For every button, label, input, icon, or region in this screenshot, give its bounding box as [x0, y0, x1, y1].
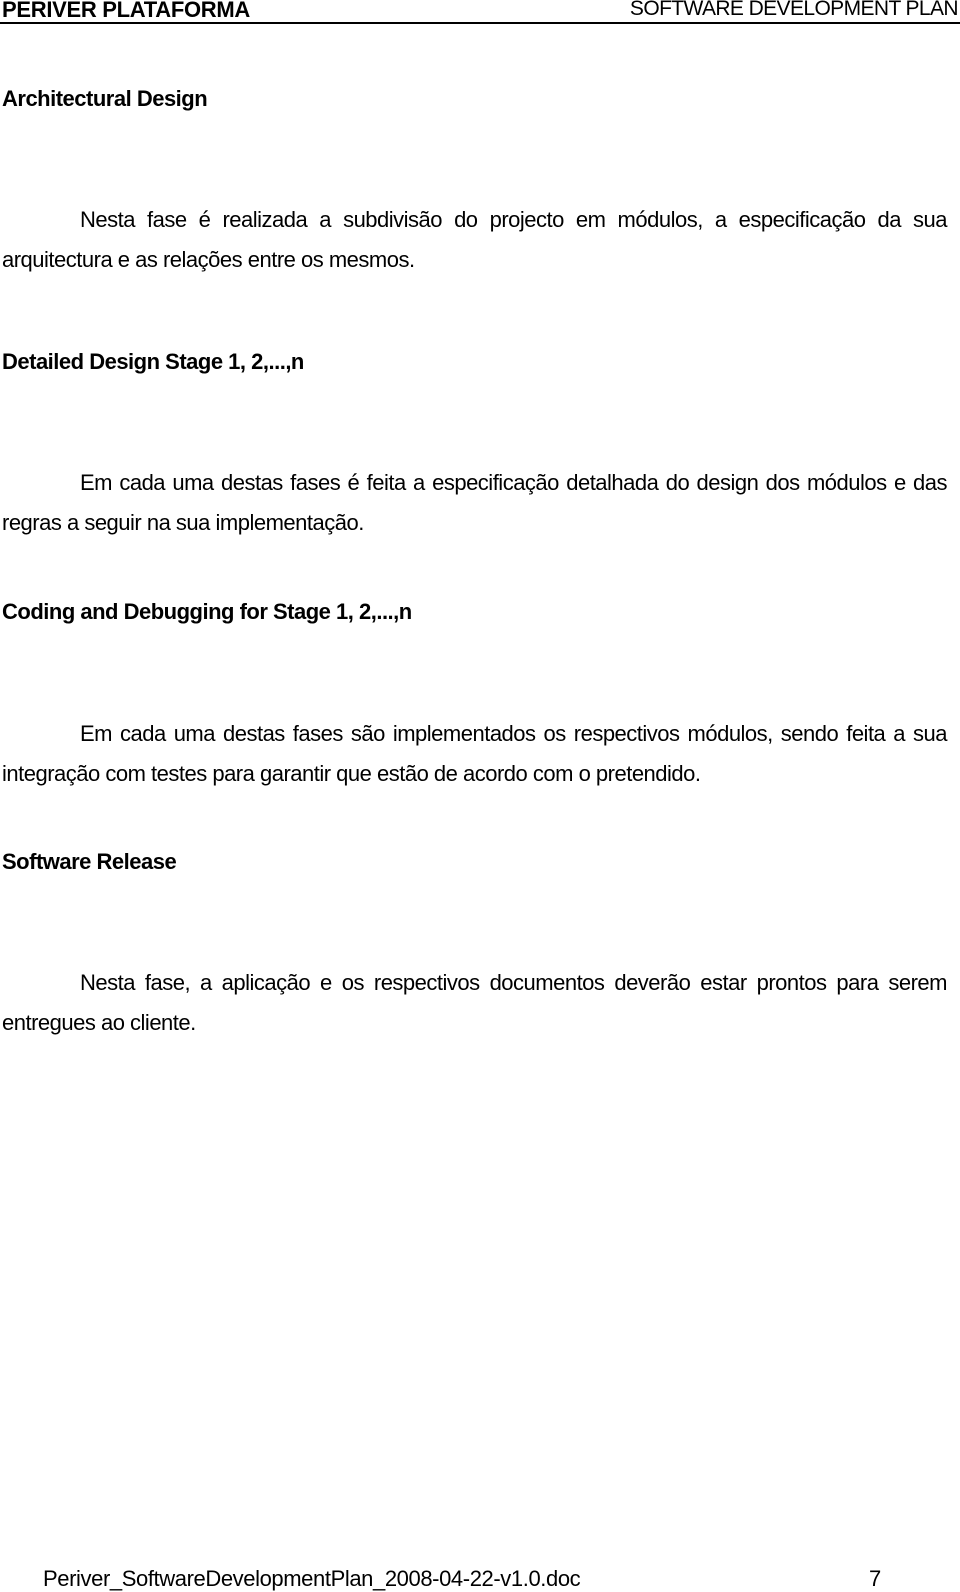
- footer-page-number: 7: [869, 1566, 882, 1591]
- section-body-text: Em cada uma destas fases é feita a espec…: [2, 470, 948, 535]
- section-heading-detailed-design: Detailed Design Stage 1, 2,...,n: [2, 349, 304, 374]
- header-document-title: SOFTWARE DEVELOPMENT PLAN: [629, 0, 959, 20]
- section-body-detailed-design: Em cada uma destas fases é feita a espec…: [2, 463, 948, 543]
- section-heading-coding-debugging: Coding and Debugging for Stage 1, 2,...,…: [2, 599, 412, 624]
- section-body-text: Nesta fase é realizada a subdivisão do p…: [2, 207, 948, 272]
- section-body-architectural-design: Nesta fase é realizada a subdivisão do p…: [2, 200, 948, 280]
- page-header: PERIVER PLATAFORMA SOFTWARE DEVELOPMENT …: [0, 0, 960, 24]
- section-body-coding-debugging: Em cada uma destas fases são implementad…: [2, 714, 948, 794]
- section-body-text: Nesta fase, a aplicação e os respectivos…: [2, 970, 948, 1035]
- section-body-software-release: Nesta fase, a aplicação e os respectivos…: [2, 963, 948, 1043]
- section-body-text: Em cada uma destas fases são implementad…: [2, 721, 948, 786]
- footer-filename: Periver_SoftwareDevelopmentPlan_2008-04-…: [43, 1566, 581, 1591]
- section-heading-software-release: Software Release: [2, 849, 177, 874]
- section-heading-architectural-design: Architectural Design: [2, 86, 208, 111]
- header-project-title: PERIVER PLATAFORMA: [2, 0, 251, 22]
